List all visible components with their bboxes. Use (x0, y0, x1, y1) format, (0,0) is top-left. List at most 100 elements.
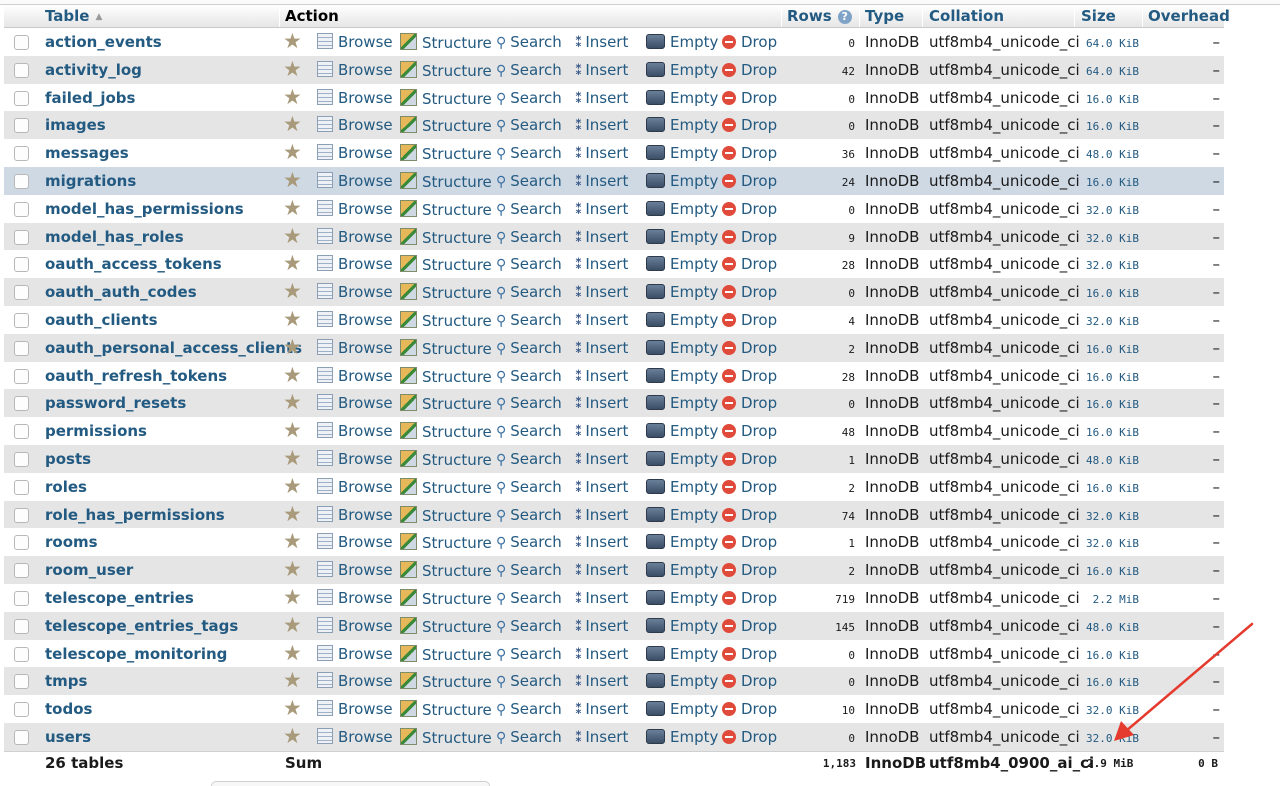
table-row[interactable]: model_has_permissions ★ Browse Structure… (4, 194, 1224, 223)
table-name-link[interactable]: telescope_entries (45, 589, 194, 607)
structure-action[interactable]: Structure (400, 60, 492, 80)
empty-action[interactable]: Empty (646, 672, 718, 690)
size-link[interactable]: 32.0 KiB (1086, 535, 1139, 553)
browse-action[interactable]: Browse (317, 561, 393, 579)
structure-action[interactable]: Structure (400, 700, 492, 719)
size-link[interactable]: 16.0 KiB (1086, 563, 1139, 581)
drop-action[interactable]: Drop (722, 283, 777, 301)
size-link[interactable]: 16.0 KiB (1086, 480, 1139, 498)
favorite-star-icon[interactable]: ★ (283, 475, 302, 496)
drop-action[interactable]: Drop (722, 200, 777, 218)
search-action[interactable]: ⚲ Search (496, 645, 562, 664)
browse-action[interactable]: Browse (317, 672, 393, 690)
structure-action[interactable]: Structure (400, 672, 492, 691)
empty-action[interactable]: Empty (646, 728, 718, 746)
structure-action[interactable]: Structure (400, 477, 492, 497)
header-overhead[interactable]: Overhead (1148, 7, 1230, 25)
row-checkbox[interactable] (14, 507, 29, 523)
structure-action[interactable]: Structure (400, 33, 492, 52)
browse-action[interactable]: Browse (317, 88, 393, 107)
drop-action[interactable]: Drop (722, 33, 777, 51)
drop-action[interactable]: Drop (722, 367, 777, 385)
size-link[interactable]: 16.0 KiB (1086, 118, 1139, 136)
favorite-star-icon[interactable]: ★ (283, 698, 302, 719)
search-action[interactable]: ⚲ Search (496, 339, 562, 358)
size-link[interactable]: 64.0 KiB (1086, 35, 1139, 53)
table-row[interactable]: migrations ★ Browse Structure ⚲ Search ⁑ I… (4, 166, 1224, 195)
insert-action[interactable]: ⁑ Insert (575, 700, 628, 719)
table-name-link[interactable]: rooms (45, 533, 98, 551)
search-action[interactable]: ⚲ Search (496, 728, 562, 747)
table-row[interactable]: messages ★ Browse Structure ⚲ Search ⁑ Ins… (4, 139, 1224, 167)
table-name-link[interactable]: action_events (45, 33, 162, 51)
favorite-star-icon[interactable]: ★ (283, 420, 302, 441)
size-link[interactable]: 16.0 KiB (1086, 396, 1139, 414)
table-name-link[interactable]: images (45, 116, 106, 134)
structure-action[interactable]: Structure (400, 394, 492, 413)
browse-action[interactable]: Browse (317, 171, 393, 190)
row-checkbox[interactable] (14, 201, 29, 217)
drop-action[interactable]: Drop (722, 311, 777, 329)
insert-action[interactable]: ⁑ Insert (575, 89, 628, 108)
table-name-link[interactable]: oauth_auth_codes (45, 283, 197, 301)
browse-action[interactable]: Browse (317, 700, 393, 718)
table-row[interactable]: room_user ★ Browse Structure ⚲ Search ⁑ In… (4, 556, 1224, 584)
row-checkbox[interactable] (14, 35, 29, 50)
favorite-star-icon[interactable]: ★ (283, 336, 302, 357)
table-row[interactable]: oauth_access_tokens ★ Browse Structure ⚲… (4, 250, 1224, 279)
size-link[interactable]: 32.0 KiB (1086, 702, 1139, 720)
insert-action[interactable]: ⁑ Insert (575, 33, 628, 52)
drop-action[interactable]: Drop (722, 506, 777, 524)
insert-action[interactable]: ⁑ Insert (575, 394, 628, 413)
header-collation[interactable]: Collation (929, 7, 1004, 25)
header-table[interactable]: Table ▲ (45, 7, 102, 25)
empty-action[interactable]: Empty (646, 450, 718, 468)
favorite-star-icon[interactable]: ★ (283, 169, 302, 190)
drop-action[interactable]: Drop (722, 144, 777, 162)
empty-action[interactable]: Empty (646, 394, 718, 412)
insert-action[interactable]: ⁑ Insert (575, 728, 628, 747)
row-checkbox[interactable] (14, 229, 29, 245)
drop-action[interactable]: Drop (722, 172, 777, 190)
table-name-link[interactable]: posts (45, 450, 91, 468)
insert-action[interactable]: ⁑ Insert (575, 478, 628, 497)
drop-action[interactable]: Drop (722, 645, 777, 663)
favorite-star-icon[interactable]: ★ (283, 308, 302, 329)
empty-action[interactable]: Empty (646, 339, 718, 357)
favorite-star-icon[interactable]: ★ (283, 531, 302, 552)
table-row[interactable]: oauth_personal_access_clients ★ Browse S… (4, 333, 1224, 362)
browse-action[interactable]: Browse (317, 199, 393, 218)
insert-action[interactable]: ⁑ Insert (575, 645, 628, 664)
insert-action[interactable]: ⁑ Insert (575, 255, 628, 274)
structure-action[interactable]: Structure (400, 283, 492, 302)
empty-action[interactable]: Empty (646, 367, 718, 385)
row-checkbox[interactable] (14, 563, 29, 579)
table-row[interactable]: telescope_entries_tags ★ Browse Structur… (4, 611, 1224, 640)
empty-action[interactable]: Empty (646, 89, 718, 107)
insert-action[interactable]: ⁑ Insert (575, 144, 628, 163)
empty-action[interactable]: Empty (646, 172, 718, 190)
table-name-link[interactable]: oauth_personal_access_clients (45, 339, 302, 357)
table-name-link[interactable]: telescope_entries_tags (45, 617, 238, 635)
table-row[interactable]: tmps ★ Browse Structure ⚲ Search ⁑ Insert … (4, 667, 1224, 696)
table-name-link[interactable]: oauth_refresh_tokens (45, 367, 227, 385)
empty-action[interactable]: Empty (646, 506, 718, 524)
drop-action[interactable]: Drop (722, 700, 777, 718)
browse-action[interactable]: Browse (317, 588, 393, 607)
search-action[interactable]: ⚲ Search (496, 200, 562, 219)
drop-action[interactable]: Drop (722, 561, 777, 579)
search-action[interactable]: ⚲ Search (496, 589, 562, 608)
table-name-link[interactable]: role_has_permissions (45, 506, 225, 524)
drop-action[interactable]: Drop (722, 61, 777, 79)
table-row[interactable]: users ★ Browse Structure ⚲ Search ⁑ Insert… (4, 722, 1224, 751)
browse-action[interactable]: Browse (317, 227, 393, 246)
favorite-star-icon[interactable]: ★ (283, 725, 302, 746)
search-action[interactable]: ⚲ Search (496, 61, 562, 80)
browse-action[interactable]: Browse (317, 33, 393, 51)
browse-action[interactable]: Browse (317, 505, 393, 524)
table-name-link[interactable]: oauth_access_tokens (45, 255, 222, 273)
empty-action[interactable]: Empty (646, 561, 718, 579)
table-row[interactable]: role_has_permissions ★ Browse Structure … (4, 500, 1224, 529)
size-link[interactable]: 32.0 KiB (1086, 230, 1139, 248)
insert-action[interactable]: ⁑ Insert (575, 339, 628, 358)
